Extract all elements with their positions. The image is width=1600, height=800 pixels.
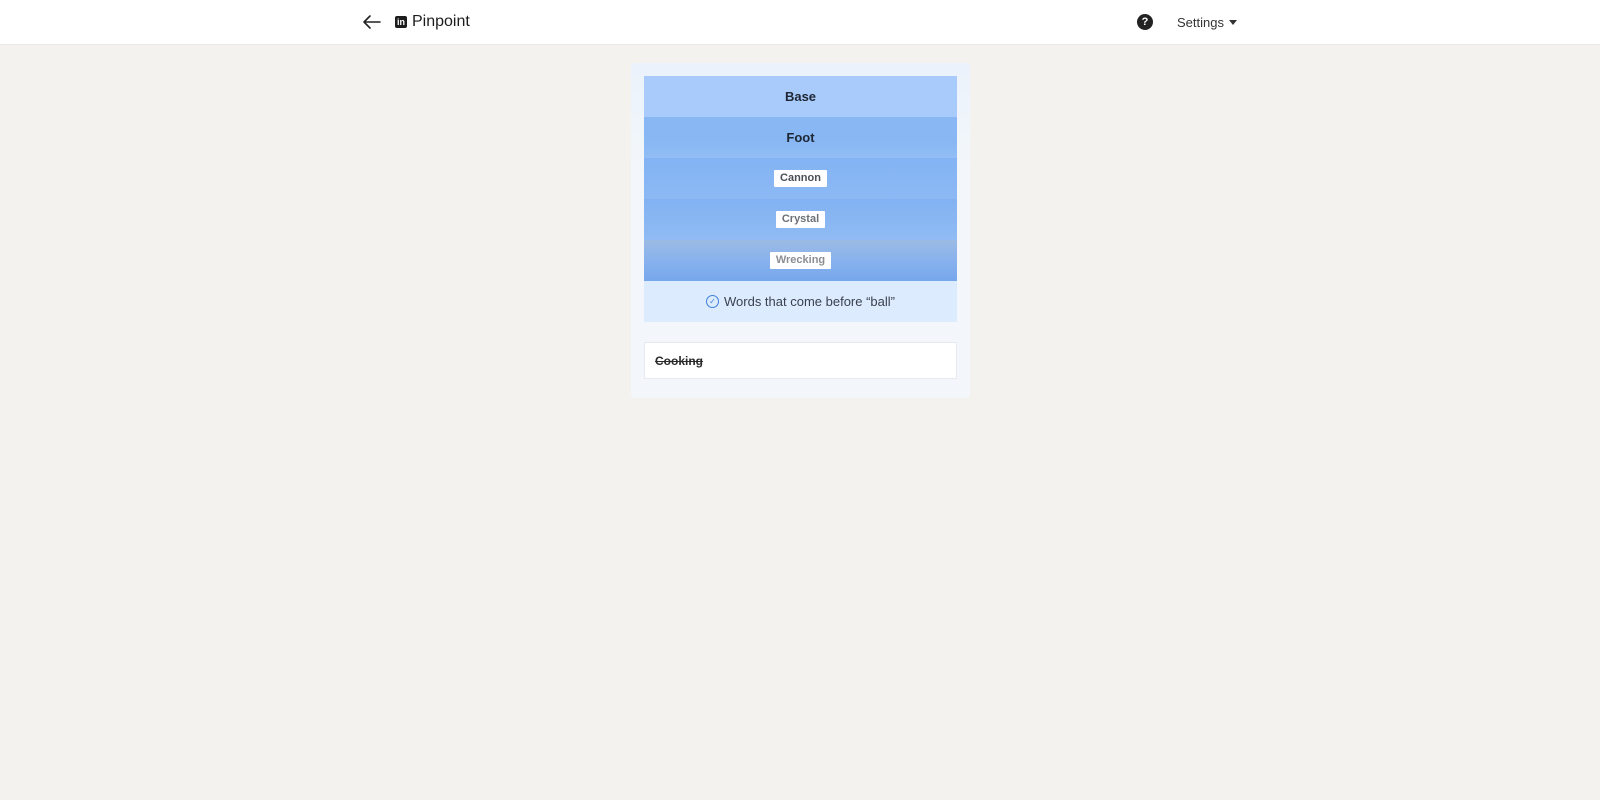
guess-entry: Cooking bbox=[644, 342, 957, 379]
settings-dropdown[interactable]: Settings bbox=[1177, 15, 1237, 30]
clue-text: Foot bbox=[786, 130, 815, 145]
help-icon[interactable]: ? bbox=[1137, 14, 1153, 30]
back-arrow-icon[interactable] bbox=[360, 10, 384, 34]
clue-row-5: Wrecking bbox=[644, 240, 957, 281]
clue-tag: Wrecking bbox=[769, 252, 832, 269]
clue-row-2: Foot bbox=[644, 117, 957, 158]
caret-down-icon bbox=[1228, 20, 1237, 25]
check-circle-icon: ✓ bbox=[706, 295, 719, 308]
app-title: Pinpoint bbox=[412, 13, 470, 30]
clue-tag: Cannon bbox=[774, 170, 827, 187]
clue-stack: Base Foot Cannon Crystal Wrecking ✓ Word… bbox=[644, 76, 957, 322]
wrong-guess: Cooking bbox=[655, 353, 703, 368]
clue-tag: Crystal bbox=[775, 211, 826, 228]
settings-label: Settings bbox=[1177, 15, 1224, 30]
answer-row: ✓ Words that come before “ball” bbox=[644, 281, 957, 322]
clue-text: Base bbox=[784, 89, 817, 104]
brand: in Pinpoint bbox=[395, 11, 470, 33]
answer-text: Words that come before “ball” bbox=[724, 294, 895, 309]
puzzle-card: Base Foot Cannon Crystal Wrecking ✓ Word… bbox=[631, 63, 970, 398]
linkedin-logo-icon: in bbox=[395, 16, 407, 28]
top-bar: in Pinpoint ? Settings bbox=[0, 0, 1600, 45]
clue-row-1: Base bbox=[644, 76, 957, 117]
clue-row-4: Crystal bbox=[644, 199, 957, 240]
clue-row-3: Cannon bbox=[644, 158, 957, 199]
